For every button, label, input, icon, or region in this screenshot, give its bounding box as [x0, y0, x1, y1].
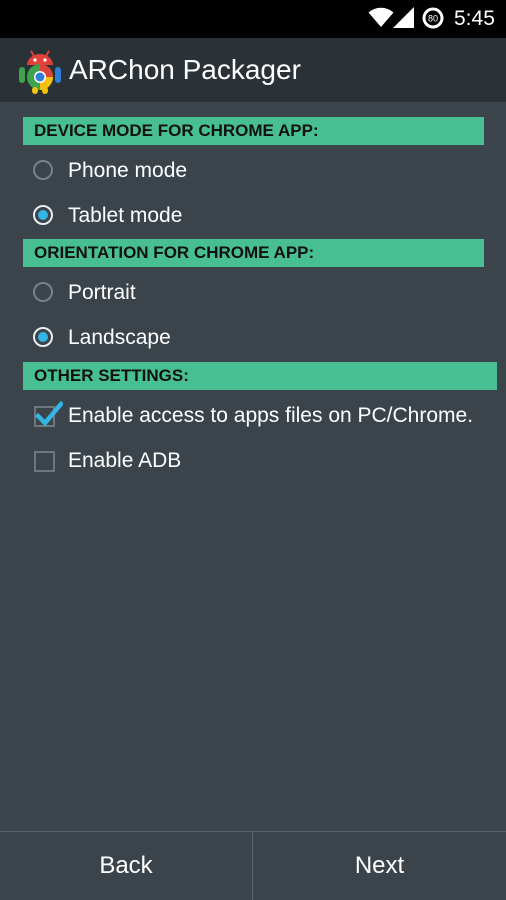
option-label: Tablet mode	[68, 204, 183, 227]
next-button[interactable]: Next	[253, 832, 506, 900]
option-label: Portrait	[68, 281, 136, 304]
section-header-orientation: ORIENTATION FOR CHROME APP:	[23, 239, 484, 267]
action-bar: ARChon Packager	[0, 38, 506, 102]
signal-icon	[393, 7, 415, 33]
radio-portrait[interactable]: Portrait	[0, 272, 506, 316]
radio-button[interactable]	[33, 160, 53, 180]
option-label: Enable ADB	[68, 449, 182, 472]
archon-app-icon	[18, 46, 62, 94]
option-label: Landscape	[68, 326, 171, 349]
section-header-other-settings: OTHER SETTINGS:	[23, 362, 497, 390]
checkmark-icon	[35, 400, 63, 427]
option-label: Enable access to apps files on PC/Chrome…	[68, 404, 474, 427]
option-label: Phone mode	[68, 159, 188, 182]
checkbox-enable-adb[interactable]: Enable ADB	[0, 440, 506, 484]
checkbox[interactable]	[34, 451, 55, 472]
radio-button-checked[interactable]	[33, 205, 53, 225]
radio-phone-mode[interactable]: Phone mode	[0, 150, 506, 194]
radio-button-checked[interactable]	[33, 327, 53, 347]
battery-level: 80	[428, 14, 438, 24]
clock: 5:45	[454, 7, 495, 30]
checkbox-enable-file-access[interactable]: Enable access to apps files on PC/Chrome…	[0, 395, 506, 439]
radio-tablet-mode[interactable]: Tablet mode	[0, 195, 506, 239]
radio-button[interactable]	[33, 282, 53, 302]
bottom-button-bar: Back Next	[0, 831, 506, 900]
battery-icon: 80	[421, 6, 445, 35]
radio-landscape[interactable]: Landscape	[0, 317, 506, 361]
checkbox-checked[interactable]	[34, 400, 63, 427]
status-bar: 80 5:45	[0, 0, 506, 38]
back-button[interactable]: Back	[0, 832, 252, 900]
wifi-icon	[368, 6, 394, 33]
section-header-device-mode: DEVICE MODE FOR CHROME APP:	[23, 117, 484, 145]
app-title: ARChon Packager	[69, 54, 301, 85]
